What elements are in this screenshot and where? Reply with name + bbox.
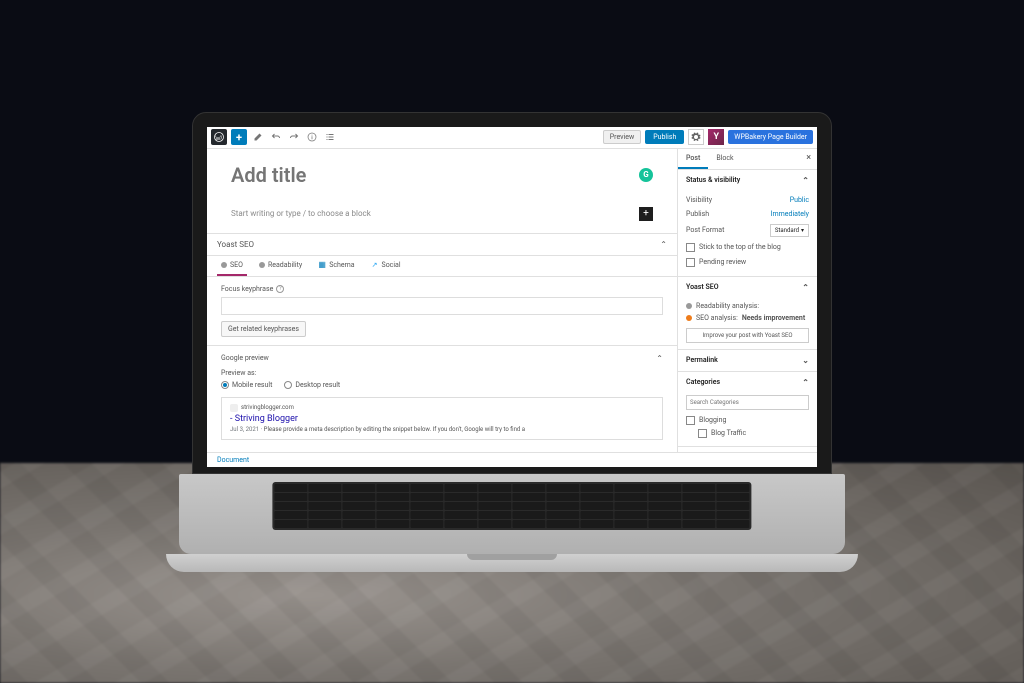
- info-icon[interactable]: [305, 130, 319, 144]
- editor-area: G Start writing or type / to choose a bl…: [207, 149, 677, 467]
- publish-button[interactable]: Publish: [645, 130, 684, 144]
- publish-value-link[interactable]: Immediately: [771, 210, 809, 218]
- laptop-base: [166, 554, 857, 572]
- post-format-label: Post Format: [686, 226, 724, 234]
- settings-sidebar: Post Block × Status & visibility ⌃ Visib…: [677, 149, 817, 467]
- pending-label: Pending review: [699, 258, 746, 266]
- inline-add-block-button[interactable]: +: [639, 207, 653, 221]
- yoast-sidebar-panel: Yoast SEO ⌃ Readability analysis: SEO an…: [678, 277, 817, 350]
- wpbakery-button[interactable]: WPBakery Page Builder: [728, 130, 813, 144]
- categories-panel: Categories ⌃ Blogging Blog Traffic: [678, 372, 817, 447]
- yoast-tab-social[interactable]: ↗ Social: [367, 256, 405, 276]
- yoast-tab-schema[interactable]: ▦ Schema: [314, 256, 358, 276]
- category-item[interactable]: Blog Traffic: [686, 427, 809, 440]
- stick-checkbox[interactable]: [686, 243, 695, 252]
- yoast-metabox-header[interactable]: Yoast SEO ⌃: [207, 234, 677, 256]
- seo-status-dot-icon: [221, 262, 227, 268]
- sidebar-tab-block[interactable]: Block: [708, 149, 741, 169]
- wordpress-logo-icon[interactable]: [211, 129, 227, 145]
- chevron-down-icon: ▾: [801, 227, 804, 234]
- add-block-button[interactable]: +: [231, 129, 247, 145]
- body-placeholder[interactable]: Start writing or type / to choose a bloc…: [231, 209, 371, 218]
- document-footer-tab[interactable]: Document: [207, 452, 677, 467]
- help-icon[interactable]: ?: [276, 285, 284, 293]
- undo-icon[interactable]: [269, 130, 283, 144]
- post-format-select[interactable]: Standard ▾: [770, 224, 809, 237]
- visibility-label: Visibility: [686, 196, 712, 204]
- preview-as-label: Preview as:: [221, 369, 663, 377]
- serp-description: Jul 3, 2021 · Please provide a meta desc…: [230, 426, 654, 434]
- serp-title: - Striving Blogger: [230, 414, 654, 424]
- wordpress-editor-screen: + Preview Publish: [207, 127, 817, 467]
- yoast-tab-seo[interactable]: SEO: [217, 256, 247, 276]
- sidebar-tab-post[interactable]: Post: [678, 149, 708, 169]
- readability-analysis-label: Readability analysis:: [696, 302, 759, 310]
- status-panel-header[interactable]: Status & visibility ⌃: [678, 170, 817, 191]
- related-keyphrases-button[interactable]: Get related keyphrases: [221, 321, 306, 337]
- permalink-panel: Permalink ⌄: [678, 350, 817, 372]
- improve-post-button[interactable]: Improve your post with Yoast SEO: [686, 328, 809, 343]
- serp-preview: strivingblogger.com - Striving Blogger J…: [221, 397, 663, 441]
- screen-bezel: + Preview Publish: [192, 112, 832, 474]
- permalink-panel-header[interactable]: Permalink ⌄: [678, 350, 817, 371]
- edit-mode-icon[interactable]: [251, 130, 265, 144]
- favicon-icon: [230, 404, 238, 412]
- chevron-up-icon: ⌃: [660, 240, 667, 249]
- category-item[interactable]: Blogging: [686, 414, 809, 427]
- seo-status-value: Needs improvement: [742, 314, 805, 322]
- yoast-panel-header[interactable]: Yoast SEO ⌃: [678, 277, 817, 298]
- yoast-metabox: Yoast SEO ⌃ SEO Readability: [207, 233, 677, 449]
- publish-label: Publish: [686, 210, 709, 218]
- preview-button[interactable]: Preview: [603, 130, 641, 144]
- chevron-up-icon: ⌃: [802, 378, 809, 387]
- readability-dot-icon: [686, 303, 692, 309]
- yoast-tabs: SEO Readability ▦ Schema ↗: [207, 256, 677, 277]
- chevron-up-icon: ⌃: [802, 283, 809, 292]
- desktop-result-radio[interactable]: Desktop result: [284, 381, 340, 389]
- pending-checkbox[interactable]: [686, 258, 695, 267]
- categories-panel-header[interactable]: Categories ⌃: [678, 372, 817, 393]
- redo-icon[interactable]: [287, 130, 301, 144]
- seo-dot-icon: [686, 315, 692, 321]
- yoast-icon[interactable]: Y: [708, 129, 724, 145]
- chevron-up-icon: ⌃: [802, 176, 809, 185]
- share-icon: ↗: [371, 261, 379, 269]
- radio-checked-icon: [221, 381, 229, 389]
- visibility-value-link[interactable]: Public: [790, 196, 809, 204]
- stick-label: Stick to the top of the blog: [699, 243, 781, 251]
- category-checkbox[interactable]: [698, 429, 707, 438]
- settings-gear-button[interactable]: [688, 129, 704, 145]
- serp-domain: strivingblogger.com: [241, 404, 294, 411]
- yoast-metabox-title: Yoast SEO: [217, 240, 254, 249]
- grammarly-icon[interactable]: G: [639, 168, 653, 182]
- close-sidebar-button[interactable]: ×: [800, 149, 817, 169]
- google-preview-header[interactable]: Google preview ⌃: [221, 354, 663, 363]
- focus-keyphrase-input[interactable]: [221, 297, 663, 315]
- schema-icon: ▦: [318, 261, 326, 269]
- yoast-tab-readability[interactable]: Readability: [255, 256, 306, 276]
- post-title-input[interactable]: [231, 163, 639, 187]
- seo-analysis-label: SEO analysis:: [696, 314, 738, 322]
- laptop-keyboard: [179, 474, 845, 554]
- radio-unchecked-icon: [284, 381, 292, 389]
- focus-keyphrase-label: Focus keyphrase: [221, 285, 273, 293]
- category-checkbox[interactable]: [686, 416, 695, 425]
- chevron-down-icon: ⌄: [802, 356, 809, 365]
- laptop-frame: + Preview Publish: [192, 112, 832, 572]
- category-search-input[interactable]: [686, 395, 809, 410]
- readability-status-dot-icon: [259, 262, 265, 268]
- outline-icon[interactable]: [323, 130, 337, 144]
- chevron-up-icon: ⌃: [656, 354, 663, 363]
- mobile-result-radio[interactable]: Mobile result: [221, 381, 272, 389]
- editor-topbar: + Preview Publish: [207, 127, 817, 149]
- status-visibility-panel: Status & visibility ⌃ Visibility Public …: [678, 170, 817, 277]
